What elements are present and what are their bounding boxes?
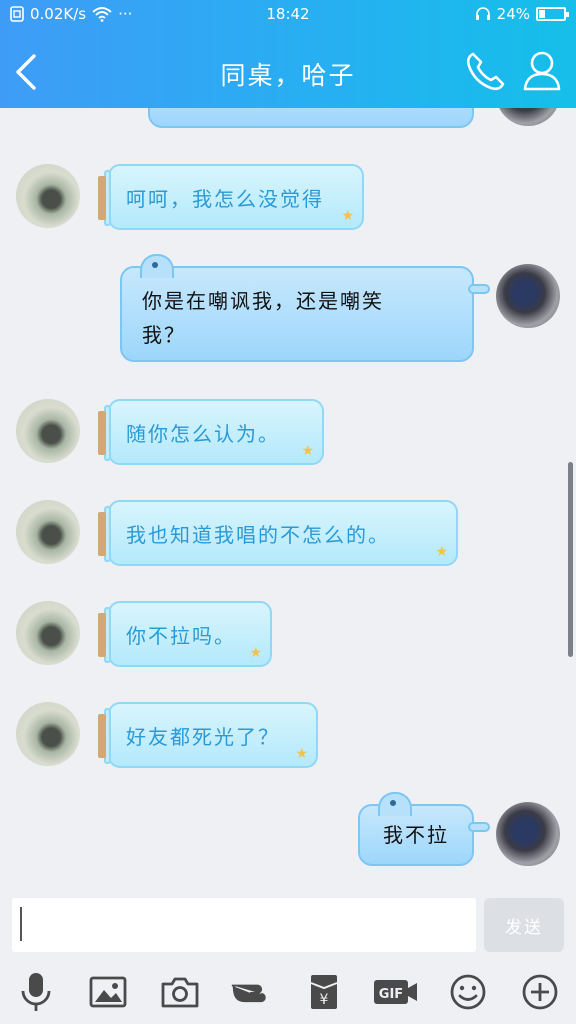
incoming-message[interactable]: 你不拉吗。 ★ (98, 601, 272, 667)
red-packet-button[interactable]: ¥ (302, 970, 346, 1014)
gif-icon: GIF (374, 980, 417, 1004)
star-icon: ★ (295, 746, 310, 762)
user-icon (523, 51, 561, 91)
profile-button[interactable] (518, 48, 566, 94)
plus-circle-icon (522, 974, 558, 1010)
outgoing-message[interactable]: 我不拉 (358, 792, 490, 866)
input-row: 发送 (0, 890, 576, 960)
bottle-cork (98, 176, 106, 220)
send-button[interactable]: 发送 (484, 898, 564, 952)
image-icon (89, 976, 127, 1008)
bubble-ear-decoration (378, 792, 412, 816)
my-avatar[interactable] (496, 108, 560, 126)
input-toolbar: ¥ GIF (0, 960, 576, 1024)
call-button[interactable] (460, 48, 508, 94)
battery-icon (536, 7, 569, 21)
status-bar: 0.02K/s ··· 18:42 24% (0, 0, 576, 30)
bubble-ear-decoration (140, 254, 174, 278)
text-caret (20, 907, 22, 941)
camera-icon (161, 977, 199, 1008)
bubble-tail-decoration (468, 822, 490, 832)
message-text: 好友都死光了？ (126, 724, 280, 749)
nav-bar: 同桌，哈子 (0, 40, 576, 102)
message-text-line-2: 我？ (142, 323, 186, 347)
image-button[interactable] (86, 970, 130, 1014)
phone-icon (466, 52, 505, 91)
friend-avatar[interactable] (16, 399, 80, 463)
message-text-line-1: 你是在嘲讽我，还是嘲笑 (142, 289, 384, 313)
message-text: 呵呵，我怎么没觉得 (126, 186, 324, 211)
chat-header: 0.02K/s ··· 18:42 24% 同桌，哈子 (0, 0, 576, 108)
bubble-tail-decoration (468, 284, 490, 294)
incoming-message[interactable]: 随你怎么认为。 ★ (98, 399, 324, 465)
more-button[interactable] (518, 970, 562, 1014)
red-packet-icon: ¥ (310, 975, 338, 1009)
message-list[interactable]: 呵呵，我怎么没觉得 ★ 你是在嘲讽我，还是嘲笑 我？ 随你怎么认为。 ★ 我也知… (0, 108, 576, 890)
message-bubble-partial[interactable] (148, 108, 474, 128)
microphone-icon (21, 973, 51, 1011)
message-text: 你不拉吗。 (126, 623, 236, 648)
message-text: 我也知道我唱的不怎么的。 (126, 522, 390, 547)
headset-icon (475, 7, 490, 20)
my-avatar[interactable] (496, 264, 560, 328)
star-icon: ★ (301, 443, 316, 459)
message-text: 我不拉 (383, 823, 449, 847)
emoji-button[interactable] (446, 970, 490, 1014)
voice-button[interactable] (14, 970, 58, 1014)
incoming-message[interactable]: 呵呵，我怎么没觉得 ★ (98, 164, 364, 230)
battery-percent: 24% (496, 5, 530, 23)
bottle-cork (98, 613, 106, 657)
star-icon: ★ (341, 208, 356, 224)
message-input[interactable] (12, 898, 476, 952)
battery-fill (539, 10, 546, 18)
bottle-cork (98, 714, 106, 758)
friend-avatar[interactable] (16, 601, 80, 665)
incoming-message[interactable]: 我也知道我唱的不怎么的。 ★ (98, 500, 458, 566)
camera-button[interactable] (158, 970, 202, 1014)
bottle-cork (98, 411, 106, 455)
friend-avatar[interactable] (16, 702, 80, 766)
incoming-message[interactable]: 好友都死光了？ ★ (98, 702, 318, 768)
gif-label: GIF (379, 987, 403, 1002)
smiley-icon (450, 974, 486, 1010)
friend-avatar[interactable] (16, 164, 80, 228)
friend-avatar[interactable] (16, 500, 80, 564)
bottle-cork (98, 512, 106, 556)
star-icon: ★ (249, 645, 264, 661)
message-text: 随你怎么认为。 (126, 421, 280, 446)
outgoing-message[interactable]: 你是在嘲讽我，还是嘲笑 我？ (120, 254, 490, 362)
yen-symbol: ¥ (320, 992, 329, 1008)
gif-button[interactable]: GIF (372, 970, 420, 1014)
my-avatar[interactable] (496, 802, 560, 866)
scrollbar[interactable] (568, 462, 573, 657)
star-icon: ★ (435, 544, 450, 560)
pointing-hand-icon (231, 984, 266, 1003)
poke-button[interactable] (230, 970, 274, 1014)
